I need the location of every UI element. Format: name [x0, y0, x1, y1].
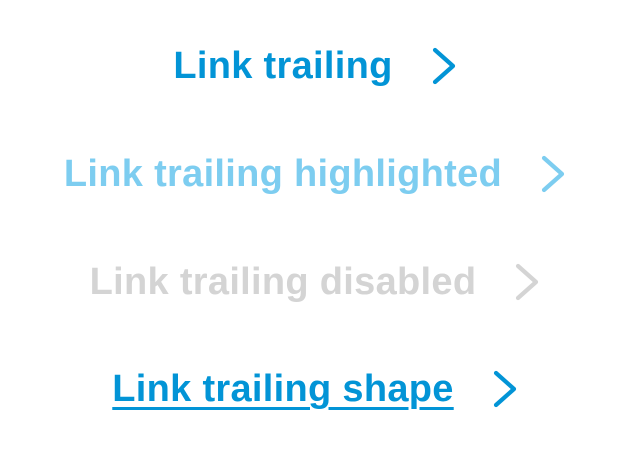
chevron-right-icon: [427, 42, 461, 90]
chevron-right-icon: [536, 150, 570, 198]
link-trailing[interactable]: Link trailing: [0, 36, 634, 96]
link-trailing-shape-label: Link trailing shape: [112, 368, 454, 410]
chevron-right-icon: [488, 365, 522, 413]
link-trailing-disabled: Link trailing disabled: [0, 252, 634, 312]
link-trailing-label: Link trailing: [173, 45, 393, 87]
link-trailing-highlighted-label: Link trailing highlighted: [63, 153, 503, 195]
link-trailing-shape[interactable]: Link trailing shape: [0, 359, 634, 419]
chevron-right-icon: [510, 258, 544, 306]
link-trailing-highlighted[interactable]: Link trailing highlighted: [0, 144, 634, 204]
link-trailing-disabled-label: Link trailing disabled: [89, 261, 477, 303]
